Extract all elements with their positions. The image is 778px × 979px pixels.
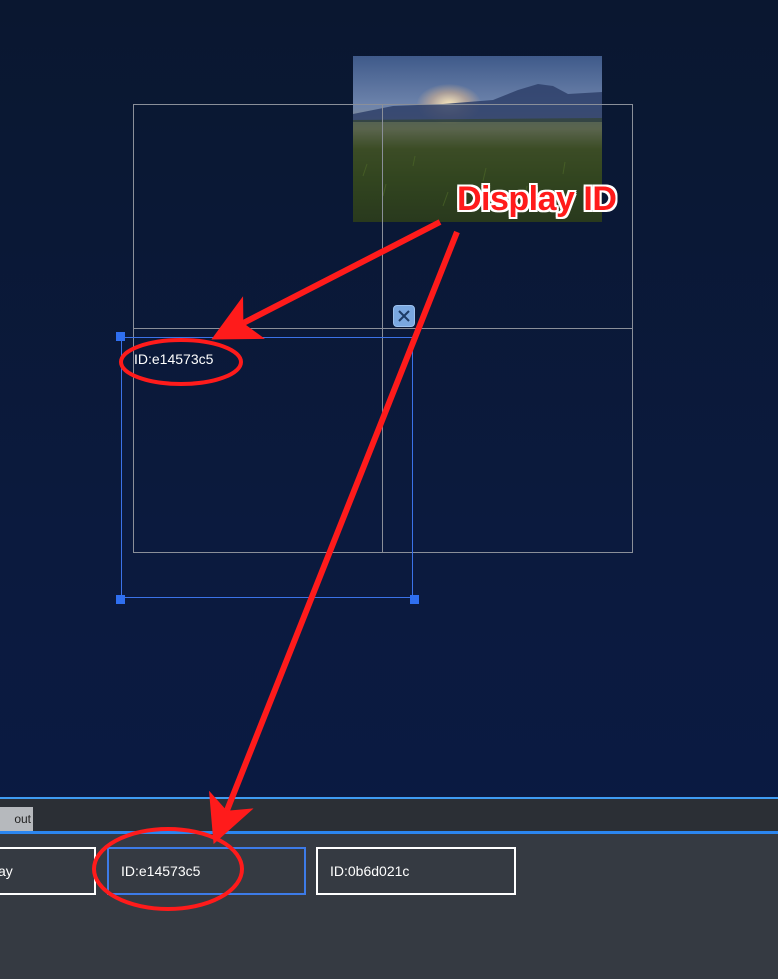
annotation-overlay [92,219,460,911]
annotation-circle-tab [92,827,244,911]
annotation-arrow-to-label [211,219,442,340]
annotation-arrow-to-tab [209,230,460,845]
annotation-circle-label [119,338,243,386]
annotation-callout: Display ID [457,180,617,218]
